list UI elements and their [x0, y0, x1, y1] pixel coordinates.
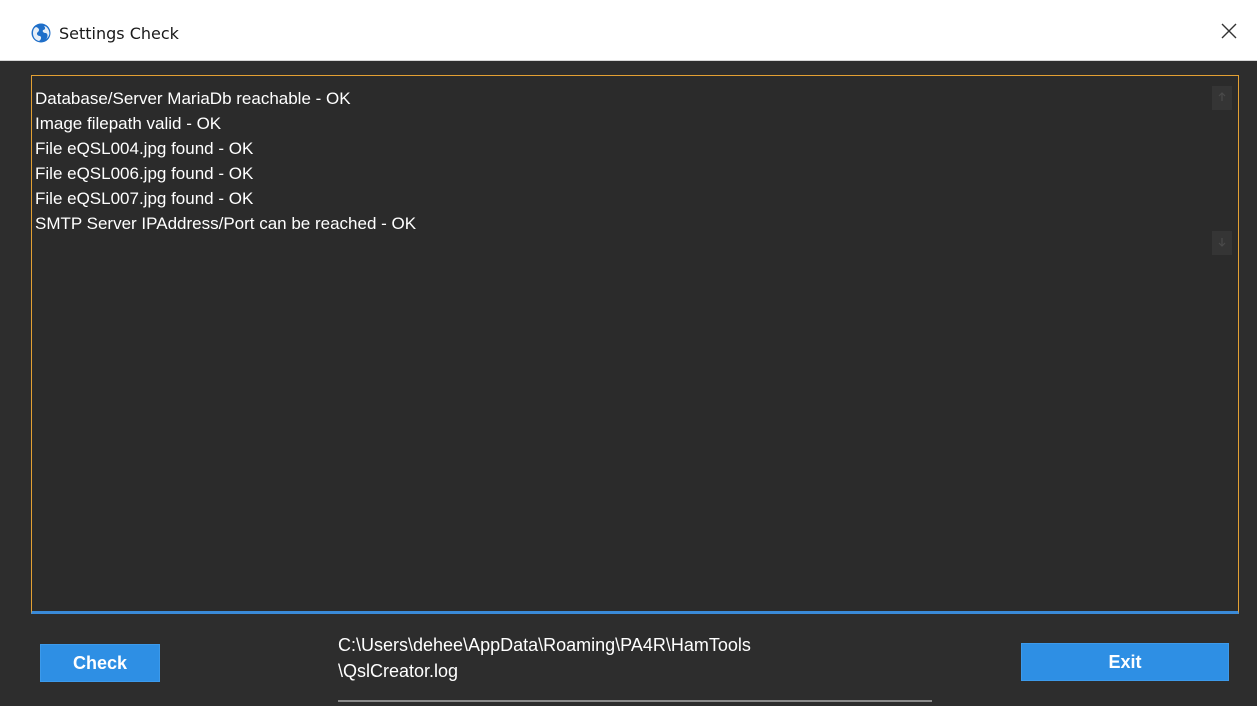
close-button[interactable] [1215, 19, 1243, 47]
log-line: Image filepath valid - OK [35, 114, 222, 133]
log-lines: Database/Server MariaDb reachable - OK I… [35, 86, 1198, 236]
window-title: Settings Check [59, 24, 179, 43]
scroll-up-button[interactable] [1212, 86, 1232, 110]
arrow-up-icon[interactable] [1217, 89, 1227, 107]
log-file-path-line1: C:\Users\dehee\AppData\Roaming\PA4R\HamT… [338, 635, 751, 655]
globe-icon [31, 23, 51, 43]
log-line: SMTP Server IPAddress/Port can be reache… [35, 214, 417, 233]
arrow-down-icon[interactable] [1217, 234, 1227, 252]
close-icon[interactable] [1221, 23, 1237, 44]
log-line: File eQSL006.jpg found - OK [35, 164, 254, 183]
log-line: File eQSL007.jpg found - OK [35, 189, 254, 208]
log-file-path: C:\Users\dehee\AppData\Roaming\PA4R\HamT… [338, 632, 938, 684]
log-line: Database/Server MariaDb reachable - OK [35, 89, 351, 108]
title-bar: Settings Check [0, 0, 1257, 61]
scroll-down-button[interactable] [1212, 231, 1232, 255]
check-button[interactable]: Check [40, 644, 160, 682]
log-output-panel[interactable]: Database/Server MariaDb reachable - OK I… [31, 75, 1239, 614]
exit-button[interactable]: Exit [1021, 643, 1229, 681]
path-underline [338, 700, 932, 702]
log-line: File eQSL004.jpg found - OK [35, 139, 254, 158]
log-file-path-line2: \QslCreator.log [338, 661, 459, 681]
